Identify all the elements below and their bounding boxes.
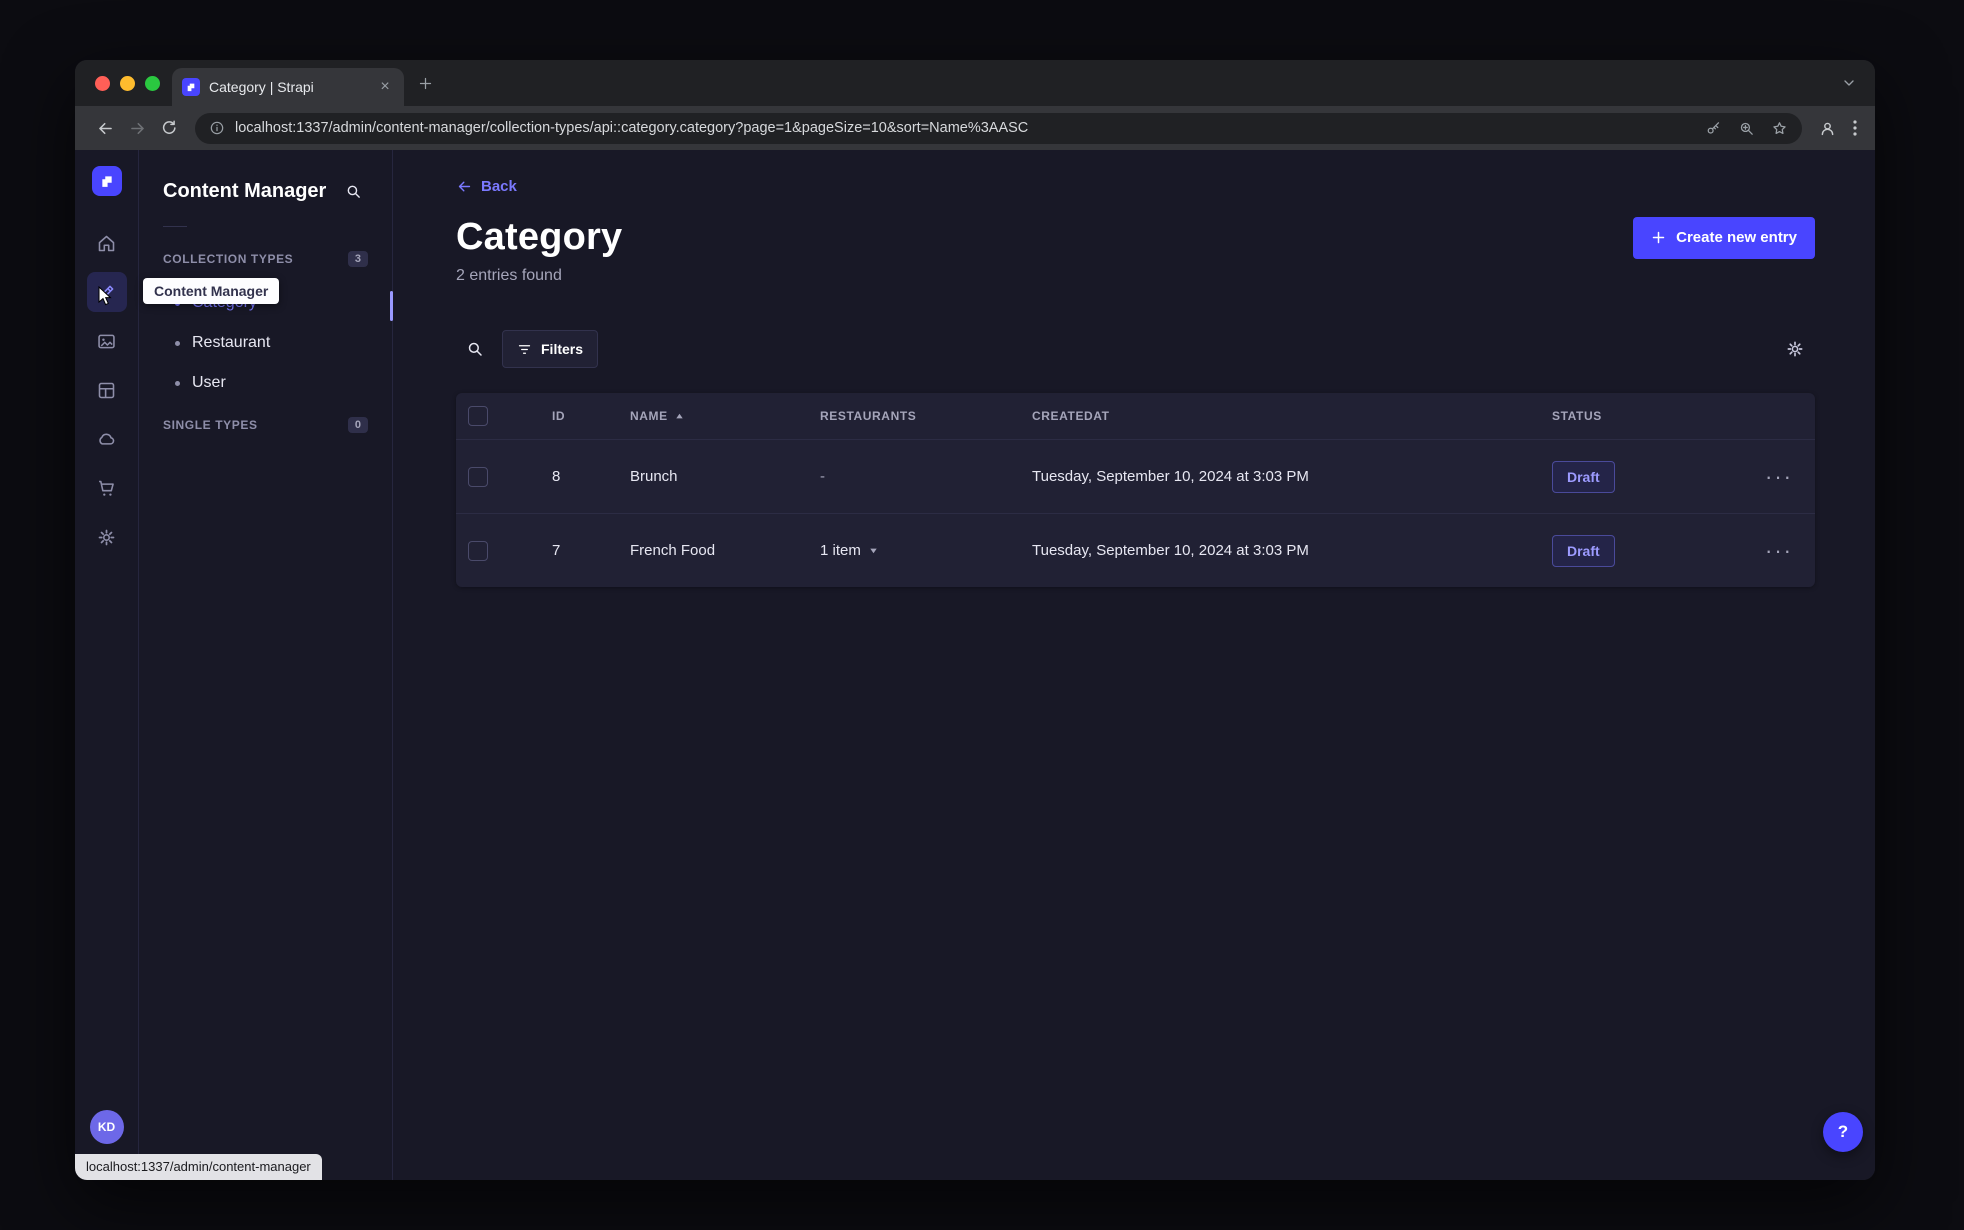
sort-asc-icon [676,413,683,418]
strapi-favicon [182,78,200,96]
filters-button[interactable]: Filters [502,330,599,368]
link-preview-status: localhost:1337/admin/content-manager [75,1154,322,1180]
status-badge: Draft [1552,534,1615,567]
zoom-icon[interactable] [1738,120,1755,137]
forward-nav-icon[interactable] [121,112,153,144]
row-checkbox[interactable] [468,466,488,487]
tab-strip: Category | Strapi × [75,60,1875,106]
content-manager-tooltip: Content Manager [143,278,280,304]
settings-gear-icon[interactable] [87,517,127,557]
browser-menu-icon[interactable] [1853,120,1857,136]
header-status[interactable]: STATUS [1546,409,1715,423]
page-title: Category [456,216,623,258]
sidebar-divider [163,226,187,227]
table-row[interactable]: 8 Brunch - Tuesday, September 10, 2024 a… [456,439,1815,513]
table-header-row: ID NAME RESTAURANTS CREATEDAT STATUS [456,393,1815,439]
mouse-cursor [97,286,114,306]
cell-name: Brunch [630,468,678,485]
bullet-icon [175,380,180,386]
back-nav-icon[interactable] [89,112,121,144]
single-types-label: SINGLE TYPES [163,418,258,432]
tab-search-chevron-icon[interactable] [1841,60,1857,106]
view-settings-gear-icon[interactable] [1775,329,1815,369]
header-createdat[interactable]: CREATEDAT [1026,409,1546,423]
sidebar-item-label: Restaurant [192,334,271,351]
sidebar-item-user[interactable]: User [163,363,368,403]
back-link[interactable]: Back [456,178,517,195]
main-content: Back Category Create new entry 2 entries… [393,150,1875,1180]
user-avatar[interactable]: KD [89,1110,124,1144]
cell-id: 7 [552,542,561,559]
sidebar-title: Content Manager [163,179,327,202]
tab-title: Category | Strapi [209,79,314,95]
password-key-icon[interactable] [1705,120,1722,137]
single-types-count-badge: 0 [347,417,368,433]
window-close-button[interactable] [95,75,110,91]
filters-label: Filters [541,341,584,357]
bookmark-star-icon[interactable] [1771,120,1788,137]
strapi-logo[interactable] [91,166,122,196]
chevron-down-icon [870,548,877,554]
cell-createdat: Tuesday, September 10, 2024 at 3:03 PM [1032,542,1309,559]
entries-count-text: 2 entries found [456,267,562,284]
cell-restaurants[interactable]: 1 item [814,542,1026,559]
new-tab-button[interactable] [418,60,433,106]
window-zoom-button[interactable] [145,75,160,91]
collection-types-count-badge: 3 [347,251,368,267]
sidebar-search-icon[interactable] [338,176,368,206]
browser-tab[interactable]: Category | Strapi × [172,68,404,106]
bullet-icon [175,340,180,346]
create-new-entry-label: Create new entry [1676,229,1797,246]
reload-icon[interactable] [153,112,185,144]
marketplace-cart-icon[interactable] [87,468,127,508]
sidebar-item-restaurant[interactable]: Restaurant [163,323,368,363]
search-icon[interactable] [456,330,494,368]
cell-createdat: Tuesday, September 10, 2024 at 3:03 PM [1032,468,1309,485]
cell-restaurants: - [820,468,825,485]
table-row[interactable]: 7 French Food 1 item Tuesday, September … [456,513,1815,587]
cell-id: 8 [552,468,561,485]
browser-window: Category | Strapi × localhost:1337/admin… [75,60,1875,1180]
table-action-bar: Filters [456,329,1815,369]
window-controls [95,60,160,106]
url-text[interactable]: localhost:1337/admin/content-manager/col… [235,120,1705,136]
address-bar[interactable]: localhost:1337/admin/content-manager/col… [195,112,1802,144]
header-id[interactable]: ID [532,409,624,423]
cell-name: French Food [630,542,716,559]
cloud-icon[interactable] [87,419,127,459]
tab-close-icon[interactable]: × [376,78,394,96]
page-info-icon[interactable] [209,120,225,136]
row-checkbox[interactable] [468,540,488,561]
collection-types-label: COLLECTION TYPES [163,252,294,266]
header-restaurants[interactable]: RESTAURANTS [814,409,1026,423]
content-type-builder-icon[interactable] [87,370,127,410]
entries-table: ID NAME RESTAURANTS CREATEDAT STATUS 8 B… [456,393,1815,587]
help-button[interactable]: ? [1823,1112,1863,1152]
header-name[interactable]: NAME [624,409,814,423]
select-all-checkbox[interactable] [468,406,488,426]
media-library-icon[interactable] [87,321,127,361]
create-new-entry-button[interactable]: Create new entry [1633,216,1815,259]
home-icon[interactable] [87,223,127,263]
browser-toolbar: localhost:1337/admin/content-manager/col… [75,106,1875,150]
status-badge: Draft [1552,460,1615,493]
row-actions-menu-icon[interactable]: ··· [1715,465,1815,487]
profile-icon[interactable] [1818,119,1837,138]
row-actions-menu-icon[interactable]: ··· [1715,539,1815,561]
back-label: Back [481,178,517,195]
content-manager-sidebar: Content Manager COLLECTION TYPES 3 Categ… [139,150,393,1180]
window-minimize-button[interactable] [120,75,135,91]
strapi-app: KD Content Manager COLLECTION TYPES 3 Ca… [75,150,1875,1180]
sidebar-item-label: User [192,374,226,391]
